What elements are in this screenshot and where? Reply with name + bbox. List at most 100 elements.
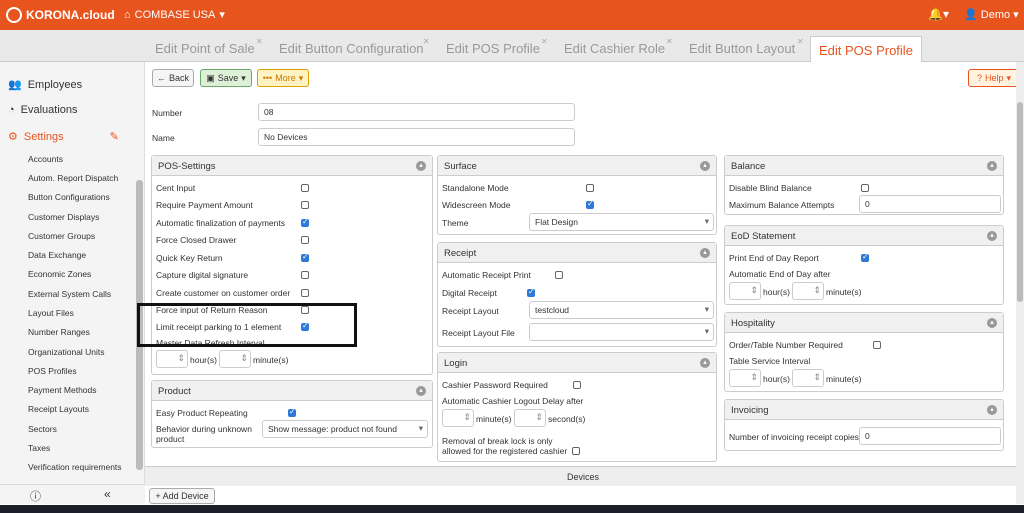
top-bar: KORONA.cloud ⌂ COMBASE USA ▾ 🔔▾ 👤 Demo ▾ (0, 0, 1024, 30)
logout-seconds-stepper[interactable] (514, 409, 546, 427)
back-button[interactable]: ← Back (152, 69, 194, 87)
scrollbar-thumb[interactable] (1017, 102, 1023, 302)
help-circle-icon[interactable]: ⓘ (30, 488, 41, 504)
panel-header: Hospitality ▴ (725, 313, 1003, 333)
easy-repeat-checkbox[interactable] (288, 407, 296, 417)
digital-signature-checkbox[interactable] (301, 271, 309, 279)
refresh-hours-stepper[interactable] (156, 350, 188, 368)
setting-label: Order/Table Number Required (729, 340, 843, 350)
hospitality-minutes-stepper[interactable] (792, 369, 824, 387)
help-button[interactable]: ? Help ▾ (968, 69, 1020, 87)
sidebar-item-evaluations[interactable]: ◔ Evaluations (8, 104, 78, 116)
number-input[interactable]: 08 (258, 103, 575, 121)
refresh-minutes-stepper[interactable] (219, 350, 251, 368)
pencil-icon[interactable]: ✎ (110, 130, 119, 143)
close-icon[interactable]: ✕ (423, 37, 430, 46)
collapse-icon[interactable]: ▴ (987, 318, 997, 328)
password-required-checkbox[interactable] (573, 381, 581, 389)
collapse-icon[interactable]: ▴ (416, 386, 426, 396)
sidebar-sub-item[interactable]: POS Profiles (28, 366, 77, 376)
sidebar-sub-item[interactable]: Organizational Units (28, 347, 105, 357)
unknown-product-select[interactable]: Show message: product not found (262, 420, 428, 438)
minutes-label: minute(s) (826, 287, 862, 297)
cent-input-checkbox[interactable] (301, 184, 309, 192)
sidebar-sub-item[interactable]: Verification requirements (28, 462, 122, 472)
save-button[interactable]: ▣ Save ▾ (200, 69, 252, 87)
close-icon[interactable]: ✕ (797, 37, 804, 46)
panel-title: Balance (731, 161, 766, 172)
receipt-layout-file-select[interactable] (529, 323, 714, 341)
order-number-checkbox[interactable] (873, 341, 881, 349)
close-icon[interactable]: ✕ (541, 37, 548, 46)
brand-logo[interactable]: KORONA.cloud (6, 7, 115, 23)
chevron-down-icon: ▾ (241, 72, 246, 83)
receipt-layout-select[interactable]: testcloud (529, 301, 714, 319)
sidebar-sub-item[interactable]: External System Calls (28, 289, 111, 299)
sidebar-sub-item[interactable]: Receipt Layouts (28, 404, 89, 414)
widescreen-checkbox[interactable] (586, 199, 594, 209)
collapse-icon[interactable]: ▴ (987, 405, 997, 415)
blind-balance-checkbox[interactable] (861, 184, 869, 192)
arrow-left-icon: ← (156, 73, 166, 83)
tab-label: Edit Button Configuration (279, 41, 424, 56)
setting-label: Disable Blind Balance (729, 183, 812, 193)
collapse-icon[interactable]: ▴ (700, 248, 710, 258)
collapse-icon[interactable]: ▴ (987, 161, 997, 171)
sidebar-item-employees[interactable]: 👥 Employees (8, 78, 82, 92)
collapse-icon[interactable]: ▴ (987, 231, 997, 241)
standalone-checkbox[interactable] (586, 184, 594, 192)
force-closed-drawer-checkbox[interactable] (301, 236, 309, 244)
highlight-box (137, 303, 357, 347)
print-eod-checkbox[interactable] (861, 252, 869, 262)
theme-select[interactable]: Flat Design (529, 213, 714, 231)
notification-bell-icon[interactable]: 🔔▾ (928, 7, 949, 21)
org-selector[interactable]: ⌂ COMBASE USA ▾ (124, 8, 225, 22)
sidebar-sub-item[interactable]: Taxes (28, 443, 50, 453)
digital-receipt-checkbox[interactable] (527, 287, 535, 297)
page-scrollbar[interactable] (1016, 62, 1024, 504)
auto-finalization-checkbox[interactable] (301, 217, 309, 227)
user-menu[interactable]: 👤 Demo ▾ (964, 8, 1019, 21)
sidebar-sub-item[interactable]: Sectors (28, 424, 57, 434)
name-input[interactable]: No Devices (258, 128, 575, 146)
sidebar-sub-item[interactable]: Payment Methods (28, 385, 97, 395)
panel-header: Product ▴ (152, 381, 432, 401)
logout-minutes-stepper[interactable] (442, 409, 474, 427)
tab-edit-cashier-role[interactable]: Edit Cashier Role ✕ (564, 37, 673, 56)
invoice-copies-input[interactable]: 0 (859, 427, 1001, 445)
collapse-icon[interactable]: ▴ (700, 161, 710, 171)
close-icon[interactable]: ✕ (256, 37, 263, 46)
eod-minutes-stepper[interactable] (792, 282, 824, 300)
create-customer-checkbox[interactable] (301, 289, 309, 297)
auto-print-checkbox[interactable] (555, 271, 563, 279)
collapse-sidebar-icon[interactable]: « (104, 487, 111, 501)
quick-key-return-checkbox[interactable] (301, 252, 309, 262)
close-icon[interactable]: ✕ (666, 37, 673, 46)
hospitality-hours-stepper[interactable] (729, 369, 761, 387)
collapse-icon[interactable]: ▴ (700, 358, 710, 368)
sidebar-sub-item[interactable]: Layout Files (28, 308, 74, 318)
sidebar-sub-item[interactable]: Accounts (28, 154, 63, 164)
sidebar-item-settings[interactable]: ⚙ Settings ✎ (8, 130, 119, 144)
sidebar-sub-item[interactable]: Economic Zones (28, 269, 91, 279)
balance-attempts-input[interactable]: 0 (859, 195, 1001, 213)
eod-hours-stepper[interactable] (729, 282, 761, 300)
tab-edit-pos-profile-active[interactable]: Edit POS Profile (810, 36, 922, 62)
tab-edit-pos-profile[interactable]: Edit POS Profile ✕ (446, 37, 548, 56)
tab-edit-button-configuration[interactable]: Edit Button Configuration ✕ (279, 37, 430, 56)
collapse-icon[interactable]: ▴ (416, 161, 426, 171)
surface-panel: Surface ▴ Standalone Mode Widescreen Mode… (437, 155, 717, 235)
more-button[interactable]: ••• More ▾ (257, 69, 309, 87)
sidebar-sub-item[interactable]: Customer Displays (28, 212, 99, 222)
sidebar-sub-item[interactable]: Data Exchange (28, 250, 86, 260)
setting-label: Easy Product Repeating (156, 408, 248, 418)
sidebar-sub-item[interactable]: Button Configurations (28, 192, 110, 202)
tab-edit-button-layout[interactable]: Edit Button Layout ✕ (689, 37, 804, 56)
break-lock-checkbox[interactable] (572, 447, 580, 455)
sidebar-sub-item[interactable]: Number Ranges (28, 327, 90, 337)
tab-edit-point-of-sale[interactable]: Edit Point of Sale ✕ (155, 37, 263, 56)
add-device-button[interactable]: + Add Device (149, 488, 215, 504)
require-payment-checkbox[interactable] (301, 201, 309, 209)
sidebar-sub-item[interactable]: Autom. Report Dispatch (28, 173, 118, 183)
sidebar-sub-item[interactable]: Customer Groups (28, 231, 95, 241)
